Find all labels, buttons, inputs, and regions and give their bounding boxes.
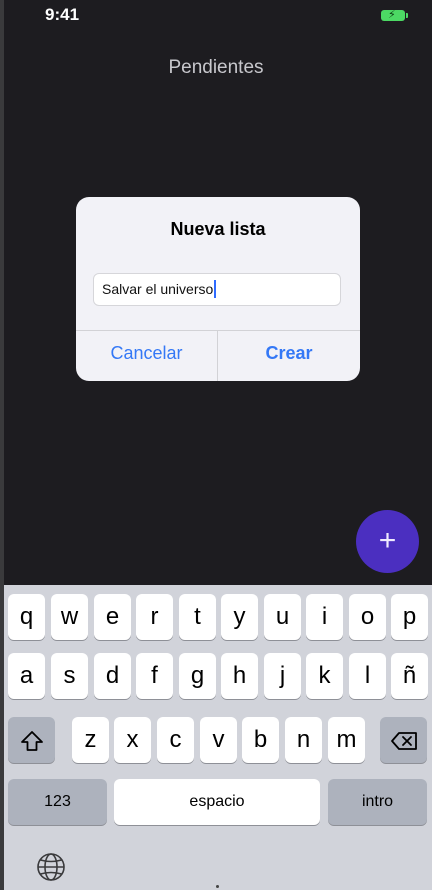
delete-key[interactable]: [380, 717, 427, 763]
status-bar: 9:41 ⚡: [0, 0, 432, 34]
list-name-input-value: Salvar el universo: [102, 281, 214, 297]
key-n-tilde[interactable]: ñ: [391, 653, 428, 699]
backspace-icon: [390, 731, 417, 750]
page-title: Pendientes: [168, 57, 264, 78]
key-c[interactable]: c: [157, 717, 194, 763]
key-r[interactable]: r: [136, 594, 173, 640]
key-t[interactable]: t: [179, 594, 216, 640]
numbers-key[interactable]: 123: [8, 779, 107, 825]
app-screen: 9:41 ⚡ Pendientes Nueva lista Salvar el …: [0, 0, 432, 890]
key-i[interactable]: i: [306, 594, 343, 640]
add-list-button[interactable]: +: [356, 510, 419, 573]
key-x[interactable]: x: [114, 717, 151, 763]
battery-tip: [406, 13, 408, 18]
status-time: 9:41: [45, 5, 80, 24]
create-button[interactable]: Crear: [218, 331, 360, 381]
key-o[interactable]: o: [349, 594, 386, 640]
charging-bolt-icon: ⚡: [388, 9, 396, 21]
key-e[interactable]: e: [94, 594, 131, 640]
key-b[interactable]: b: [242, 717, 279, 763]
key-v[interactable]: v: [200, 717, 237, 763]
cancel-button[interactable]: Cancelar: [76, 331, 217, 381]
key-y[interactable]: y: [221, 594, 258, 640]
text-caret: [214, 280, 217, 298]
key-l[interactable]: l: [349, 653, 386, 699]
dialog-title: Nueva lista: [170, 219, 266, 239]
list-name-input[interactable]: Salvar el universo: [93, 273, 341, 306]
key-n[interactable]: n: [285, 717, 322, 763]
key-k[interactable]: k: [306, 653, 343, 699]
new-list-dialog: Nueva lista Salvar el universo Cancelar …: [76, 197, 360, 381]
key-q[interactable]: q: [8, 594, 45, 640]
space-key[interactable]: espacio: [114, 779, 320, 825]
keyboard: q w e r t y u i o p a s d f g h j k l ñ …: [4, 585, 432, 890]
return-key[interactable]: intro: [328, 779, 427, 825]
shift-key[interactable]: [8, 717, 55, 763]
key-z[interactable]: z: [72, 717, 109, 763]
key-u[interactable]: u: [264, 594, 301, 640]
key-g[interactable]: g: [179, 653, 216, 699]
key-h[interactable]: h: [221, 653, 258, 699]
globe-icon[interactable]: [35, 851, 67, 883]
key-w[interactable]: w: [51, 594, 88, 640]
shift-icon: [20, 730, 43, 751]
key-j[interactable]: j: [264, 653, 301, 699]
key-a[interactable]: a: [8, 653, 45, 699]
key-m[interactable]: m: [328, 717, 365, 763]
key-s[interactable]: s: [51, 653, 88, 699]
home-indicator: [216, 885, 219, 888]
key-p[interactable]: p: [391, 594, 428, 640]
key-f[interactable]: f: [136, 653, 173, 699]
key-d[interactable]: d: [94, 653, 131, 699]
